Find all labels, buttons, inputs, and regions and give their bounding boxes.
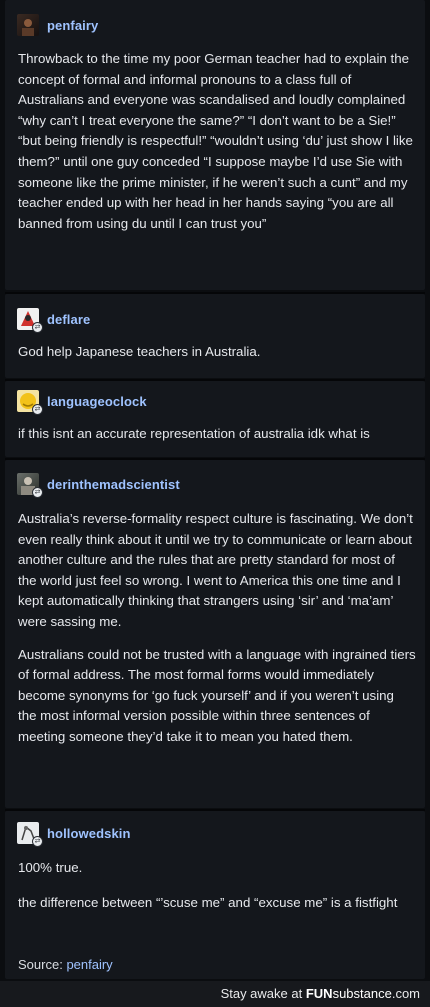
sketch-avatar-icon[interactable]: ⇄ (17, 822, 43, 847)
watermark-tld: .com (391, 986, 420, 1001)
username[interactable]: languageoclock (47, 394, 147, 409)
post-body: if this isnt an accurate representation … (18, 424, 416, 457)
reblog-badge-icon: ⇄ (32, 322, 43, 333)
post-body: God help Japanese teachers in Australia. (18, 342, 416, 375)
reblog-badge-icon: ⇄ (32, 404, 43, 415)
source-label: Source: (18, 957, 63, 972)
reblog-badge-icon: ⇄ (32, 487, 43, 498)
post-header: ⇄ deflare (17, 308, 90, 333)
source-link[interactable]: penfairy (66, 957, 112, 972)
username[interactable]: deflare (47, 312, 90, 327)
post-body: 100% true. the difference between “’scus… (18, 858, 416, 925)
username[interactable]: derinthemadscientist (47, 477, 180, 492)
post-paragraph: Throwback to the time my poor German tea… (18, 51, 413, 231)
scientist-avatar-icon[interactable]: ⇄ (17, 473, 43, 498)
username[interactable]: penfairy (47, 18, 98, 33)
dark-portrait-avatar-icon[interactable] (17, 14, 39, 36)
post-paragraph: the difference between “’scuse me” and “… (18, 894, 398, 910)
post-header: penfairy (17, 14, 98, 36)
reblog-badge-icon: ⇄ (32, 836, 43, 847)
source-line: Source: penfairy (18, 957, 113, 972)
post-paragraph: if this isnt an accurate representation … (18, 426, 370, 441)
post-header: ⇄ languageoclock (17, 390, 147, 415)
watermark-text: Stay awake at FUNsubstance.com (221, 986, 420, 1001)
username[interactable]: hollowedskin (47, 826, 131, 841)
post-paragraph: 100% true. (18, 860, 83, 875)
red-figure-avatar-icon[interactable]: ⇄ (17, 308, 43, 333)
watermark-footer: Stay awake at FUNsubstance.com (0, 981, 430, 1007)
watermark-brand-substance: substance (332, 986, 392, 1001)
post-paragraph: God help Japanese teachers in Australia. (18, 344, 261, 359)
post-body: Australia’s reverse-formality respect cu… (18, 509, 416, 760)
watermark-slogan: Stay awake at (220, 986, 303, 1001)
post-paragraph: Australians could not be trusted with a … (18, 646, 416, 744)
post-header: ⇄ hollowedskin (17, 822, 131, 847)
post-body: Throwback to the time my poor German tea… (18, 49, 416, 246)
yellow-sun-avatar-icon[interactable]: ⇄ (17, 390, 43, 415)
watermark-brand-fun: FUN (305, 986, 333, 1001)
post-paragraph: Australia’s reverse-formality respect cu… (18, 511, 413, 629)
post-header: ⇄ derinthemadscientist (17, 473, 180, 498)
